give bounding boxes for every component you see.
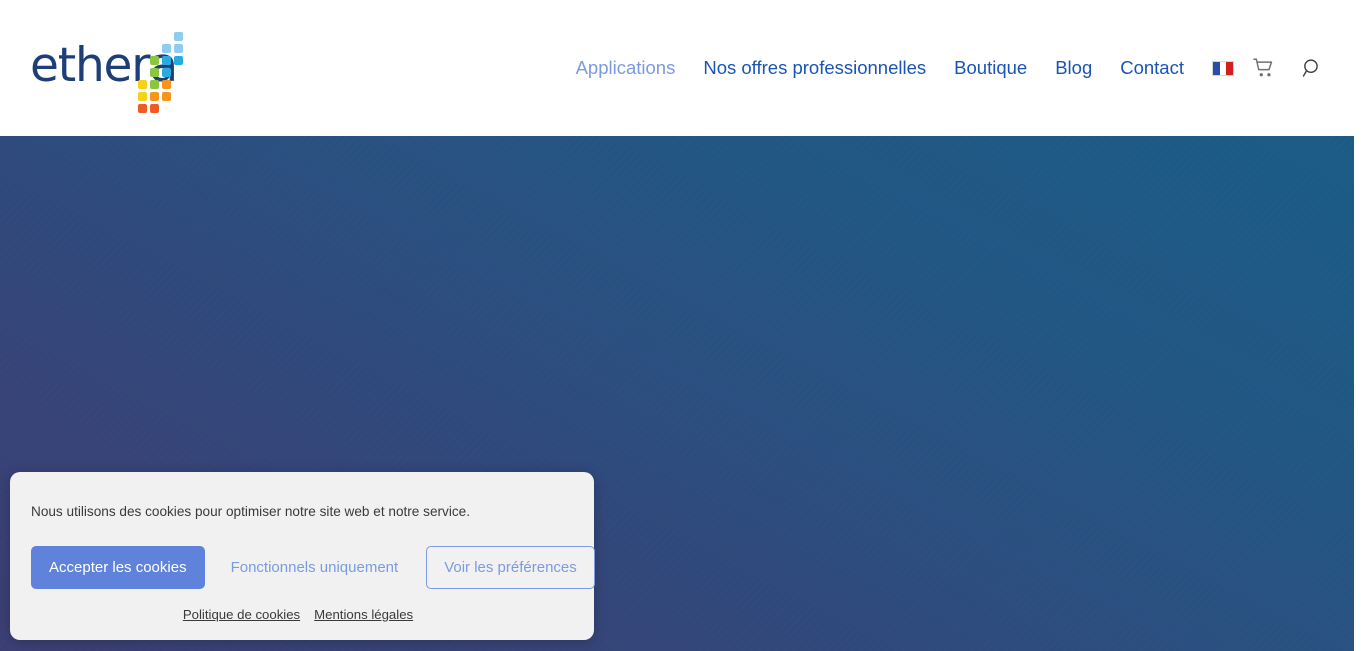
nav-item-boutique[interactable]: Boutique (940, 59, 1041, 78)
accept-cookies-button[interactable]: Accepter les cookies (31, 546, 205, 589)
nav-item-nos-offres-professionnelles[interactable]: Nos offres professionnelles (689, 59, 940, 78)
shopping-cart-icon[interactable] (1244, 48, 1284, 88)
site-logo[interactable]: ethera (30, 28, 220, 110)
nav-item-blog[interactable]: Blog (1041, 59, 1106, 78)
site-header: ethera (0, 0, 1354, 136)
page-root: ethera (0, 0, 1366, 651)
legal-notice-link[interactable]: Mentions légales (314, 607, 413, 622)
cookie-policy-link[interactable]: Politique de cookies (183, 607, 300, 622)
scrollbar-gutter[interactable] (1354, 136, 1366, 651)
cookie-actions: Accepter les cookies Fonctionnels unique… (30, 546, 574, 589)
cookie-message: Nous utilisons des cookies pour optimise… (30, 502, 574, 521)
main-navigation: Applications Nos offres professionnelles… (562, 0, 1332, 136)
nav-item-contact[interactable]: Contact (1106, 59, 1198, 78)
cookie-consent-banner: Nous utilisons des cookies pour optimise… (10, 472, 594, 640)
logo-dot-grid (148, 28, 220, 110)
search-icon[interactable] (1292, 48, 1332, 88)
functional-only-button[interactable]: Fonctionnels uniquement (213, 546, 417, 589)
nav-item-applications[interactable]: Applications (562, 59, 690, 78)
cookie-policy-links: Politique de cookies Mentions légales (30, 607, 574, 622)
french-flag-icon[interactable] (1212, 61, 1234, 76)
view-preferences-button[interactable]: Voir les préférences (426, 546, 595, 589)
